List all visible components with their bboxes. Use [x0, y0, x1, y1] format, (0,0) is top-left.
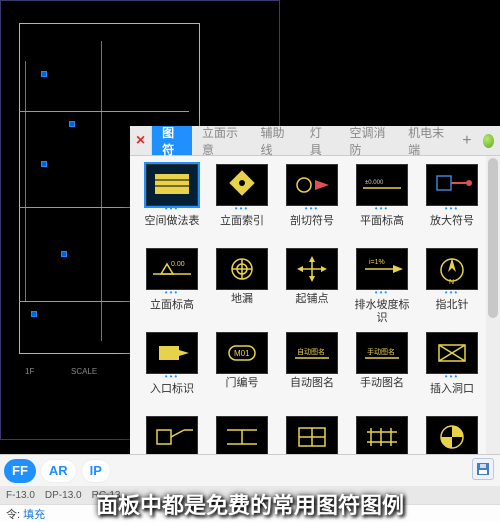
- symbol-kongjianzuofabiao[interactable]: ••• 空间做法表: [140, 164, 204, 244]
- symbol-icon: [286, 164, 338, 206]
- status-item: RC-13: [92, 490, 121, 501]
- symbol-icon: [286, 416, 338, 458]
- symbol-qipudian[interactable]: 起铺点: [280, 248, 344, 328]
- symbol-label: 空间做法表: [145, 215, 200, 228]
- symbol-icon: [286, 248, 338, 290]
- command-link-fill[interactable]: 填充: [23, 506, 45, 522]
- symbol-icon: [426, 332, 478, 374]
- symbol-label: 插入洞口: [430, 383, 474, 396]
- panel-scroll-thumb[interactable]: [488, 158, 498, 318]
- symbol-label: 放大符号: [430, 215, 474, 228]
- svg-text:N: N: [449, 279, 454, 286]
- svg-text:0.00: 0.00: [171, 261, 185, 268]
- status-bar: F-13.0 DP-13.0 RC-13: [0, 486, 500, 504]
- panel-close-button[interactable]: ×: [130, 126, 152, 155]
- symbol-shoudongtuming[interactable]: 手动图名 手动图名: [350, 332, 414, 412]
- tab-limian[interactable]: 立面示意: [192, 126, 251, 155]
- symbol-icon: [426, 416, 478, 458]
- symbol-limianbiaogao[interactable]: 0.00 ••• 立面标高: [140, 248, 204, 328]
- symbol-label: 地漏: [231, 293, 253, 306]
- symbol-zidongtuming[interactable]: 自动图名 自动图名: [280, 332, 344, 412]
- expand-dots: •••: [146, 374, 198, 380]
- expand-dots: •••: [356, 290, 408, 296]
- symbol-menbianhao[interactable]: M01 门编号: [210, 332, 274, 412]
- symbol-icon: 自动图名: [286, 332, 338, 374]
- symbol-label: 平面标高: [360, 215, 404, 228]
- symbol-icon: [426, 164, 478, 206]
- symbol-icon: i=1%: [356, 248, 408, 290]
- symbol-zhibeizhen[interactable]: N ••• 指北针: [420, 248, 484, 328]
- command-line[interactable]: 令: 填充: [0, 504, 500, 522]
- symbol-paishuipodu[interactable]: i=1% ••• 排水坡度标识: [350, 248, 414, 328]
- symbol-label: 立面标高: [150, 299, 194, 312]
- panel-drag-knob[interactable]: [483, 134, 494, 148]
- tab-dengju[interactable]: 灯具: [300, 126, 340, 155]
- tab-fuzhu[interactable]: 辅助线: [251, 126, 300, 155]
- svg-text:i=1%: i=1%: [369, 259, 385, 266]
- symbol-icon: [216, 416, 268, 458]
- expand-dots: •••: [286, 206, 338, 212]
- symbol-label: 排水坡度标识: [352, 299, 412, 324]
- expand-dots: •••: [146, 290, 198, 296]
- symbol-rukoubiaozhi[interactable]: ••• 入口标识: [140, 332, 204, 412]
- command-prefix: 令:: [6, 506, 20, 522]
- symbol-label: 立面索引: [220, 215, 264, 228]
- symbol-pouqiefuhao[interactable]: ••• 剖切符号: [280, 164, 344, 244]
- symbol-icon: [146, 164, 198, 206]
- tab-add-button[interactable]: +: [457, 126, 477, 155]
- expand-dots: •••: [356, 206, 408, 212]
- save-button[interactable]: [472, 458, 494, 480]
- symbol-fangdafuhao[interactable]: ••• 放大符号: [420, 164, 484, 244]
- mode-ip-button[interactable]: IP: [81, 459, 111, 483]
- symbol-label: 门编号: [226, 377, 259, 390]
- mode-ff-button[interactable]: FF: [4, 459, 36, 483]
- symbol-icon: ±0.000: [356, 164, 408, 206]
- symbol-icon: [216, 164, 268, 206]
- symbol-charudongkou[interactable]: ••• 插入洞口: [420, 332, 484, 412]
- symbol-label: 入口标识: [150, 383, 194, 396]
- symbol-pingmianbiaogao[interactable]: ±0.000 ••• 平面标高: [350, 164, 414, 244]
- mode-ar-button[interactable]: AR: [40, 459, 77, 483]
- symbol-icon: [146, 416, 198, 458]
- symbol-icon: N: [426, 248, 478, 290]
- symbol-icon: [216, 248, 268, 290]
- symbol-label: 自动图名: [290, 377, 334, 390]
- symbol-limiansuoyin[interactable]: ••• 立面索引: [210, 164, 274, 244]
- expand-dots: •••: [426, 290, 478, 296]
- svg-text:M01: M01: [234, 349, 250, 358]
- symbol-label: 起铺点: [296, 293, 329, 306]
- symbol-icon: [356, 416, 408, 458]
- bottom-toolbar: FF AR IP: [0, 454, 500, 486]
- symbol-dilou[interactable]: 地漏: [210, 248, 274, 328]
- symbol-icon: [146, 332, 198, 374]
- expand-dots: •••: [426, 206, 478, 212]
- expand-dots: •••: [216, 206, 268, 212]
- expand-dots: •••: [146, 206, 198, 212]
- expand-dots: •••: [426, 374, 478, 380]
- status-item: DP-13.0: [45, 490, 82, 501]
- symbol-icon: 手动图名: [356, 332, 408, 374]
- symbol-icon: M01: [216, 332, 268, 374]
- symbol-label: 手动图名: [360, 377, 404, 390]
- symbol-label: 剖切符号: [290, 215, 334, 228]
- svg-text:±0.000: ±0.000: [365, 180, 384, 186]
- svg-text:自动图名: 自动图名: [297, 347, 325, 356]
- tab-jidian[interactable]: 机电末端: [398, 126, 457, 155]
- tab-kongtiao[interactable]: 空调消防: [340, 126, 399, 155]
- panel-tabbar: × 图符 立面示意 辅助线 灯具 空调消防 机电末端 +: [130, 126, 500, 156]
- symbol-label: 指北针: [436, 299, 469, 312]
- floppy-icon: [476, 462, 490, 476]
- svg-text:手动图名: 手动图名: [367, 347, 395, 356]
- symbol-icon: 0.00: [146, 248, 198, 290]
- status-item: F-13.0: [6, 490, 35, 501]
- tab-tufu[interactable]: 图符: [152, 126, 192, 155]
